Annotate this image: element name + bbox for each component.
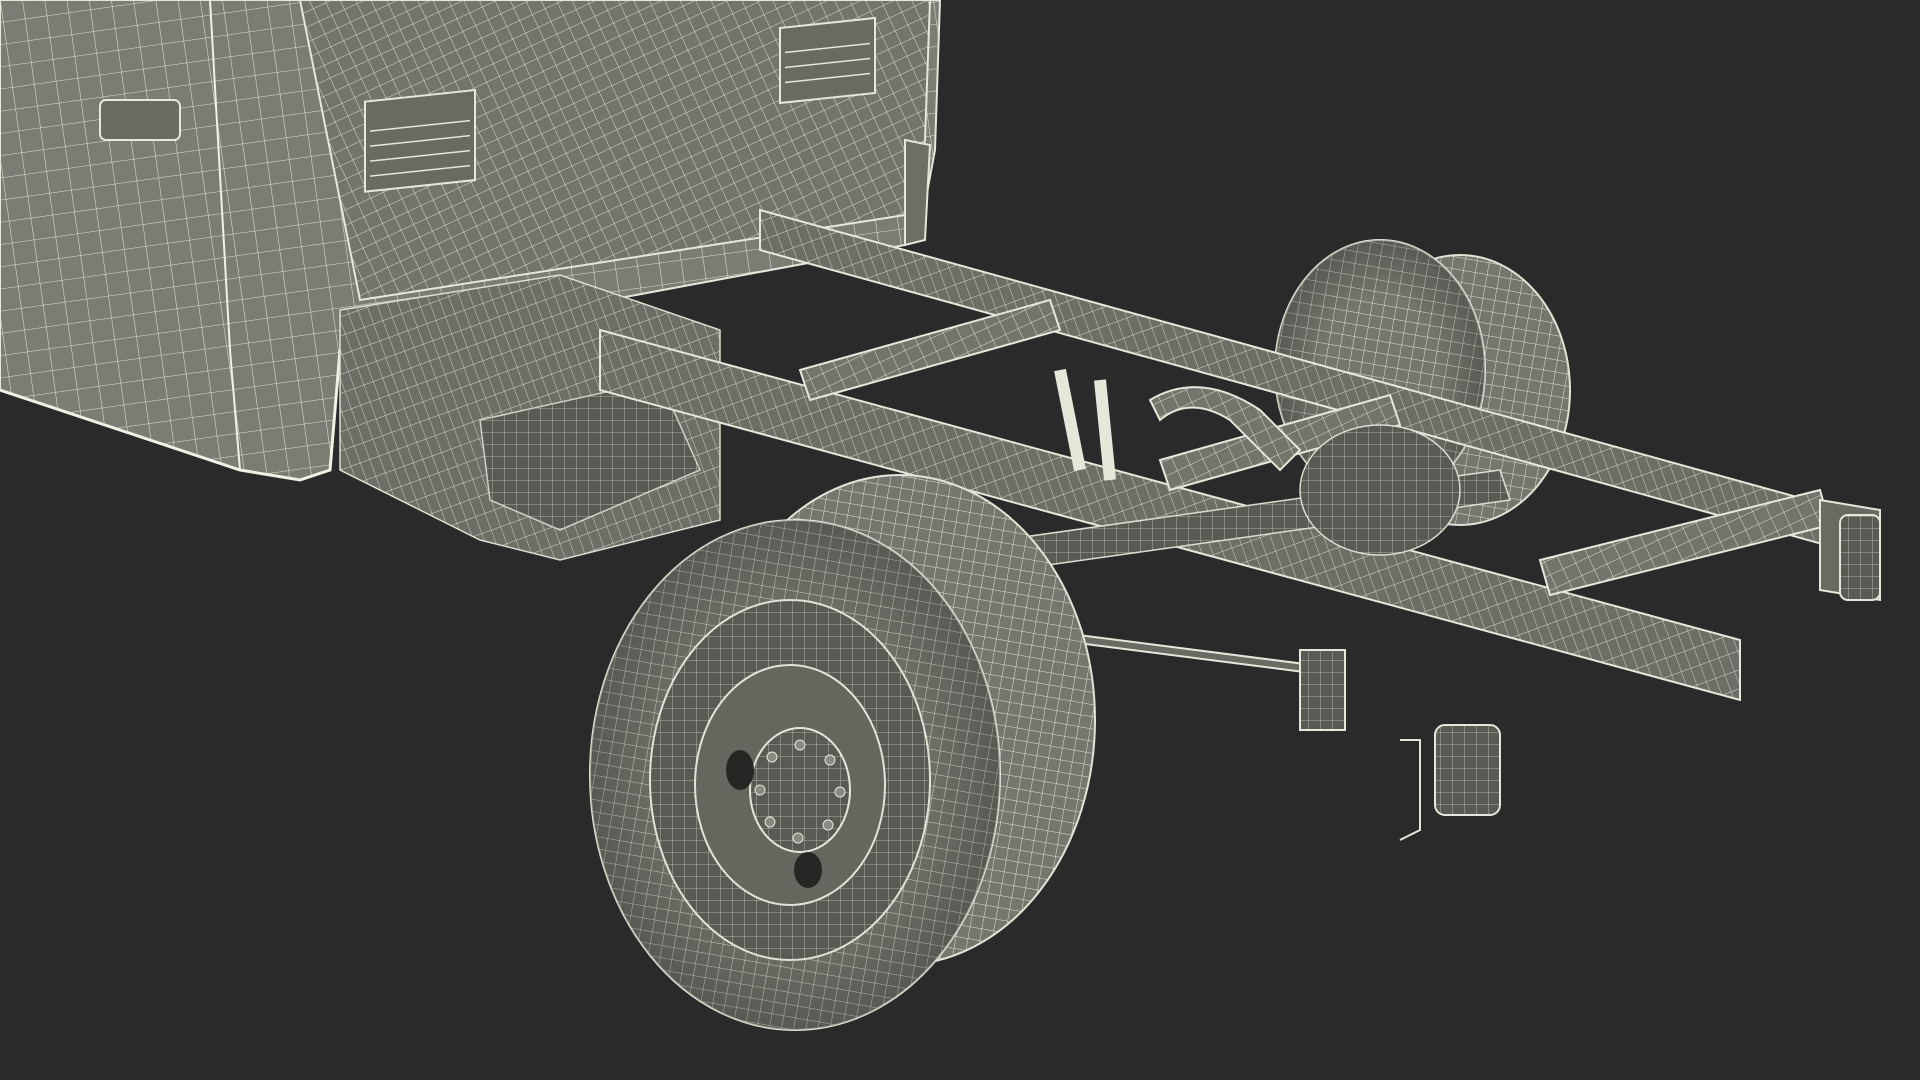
differential xyxy=(1299,424,1461,556)
rear-vent-left xyxy=(364,88,476,193)
door-handle xyxy=(99,99,181,141)
tail-light-near xyxy=(1399,724,1501,841)
cab-corner-light xyxy=(904,138,932,247)
wireframe-render xyxy=(0,0,1881,1031)
rear-vent-right xyxy=(779,16,876,105)
spring-shackle xyxy=(1299,649,1346,731)
cross-member-1 xyxy=(798,298,1062,402)
tail-light-far xyxy=(1839,514,1881,601)
underbody xyxy=(339,274,721,561)
lug-hole xyxy=(794,852,822,888)
rear-wheel-near xyxy=(589,474,1096,1031)
render-viewport xyxy=(0,0,1920,1080)
lug-hole xyxy=(726,750,754,790)
